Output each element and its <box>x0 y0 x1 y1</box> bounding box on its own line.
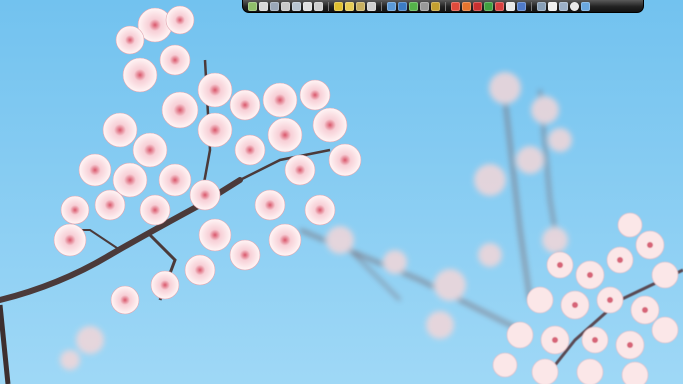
media-icon[interactable] <box>431 1 440 11</box>
weather-icon[interactable] <box>581 1 590 11</box>
folder-open-icon[interactable] <box>345 1 354 11</box>
dock-separator <box>328 1 329 11</box>
calendar-icon[interactable] <box>506 1 515 11</box>
firefox-icon[interactable] <box>462 1 471 11</box>
top-dock-bar <box>242 0 644 13</box>
settings-icon[interactable] <box>420 1 429 11</box>
dock-separator <box>531 1 532 11</box>
mail-icon[interactable] <box>495 1 504 11</box>
photos-icon[interactable] <box>409 1 418 11</box>
dock-separator <box>445 1 446 11</box>
camera-icon[interactable] <box>314 1 323 11</box>
recycle-icon[interactable] <box>517 1 526 11</box>
calendar-date-icon[interactable] <box>548 1 557 11</box>
window-icon[interactable] <box>270 1 279 11</box>
yellow-folder-icon[interactable] <box>334 1 343 11</box>
clock-icon[interactable] <box>570 1 579 11</box>
network-icon[interactable] <box>537 1 546 11</box>
battery-icon[interactable] <box>559 1 568 11</box>
browser-icon[interactable] <box>398 1 407 11</box>
chrome-icon[interactable] <box>451 1 460 11</box>
messenger-icon[interactable] <box>484 1 493 11</box>
folder-icon[interactable] <box>281 1 290 11</box>
system-icon[interactable] <box>248 1 257 11</box>
dock-separator <box>381 1 382 11</box>
document-icon[interactable] <box>259 1 268 11</box>
archive-icon[interactable] <box>356 1 365 11</box>
sheet-icon[interactable] <box>303 1 312 11</box>
globe-icon[interactable] <box>387 1 396 11</box>
computer-icon[interactable] <box>292 1 301 11</box>
pdf-icon[interactable] <box>473 1 482 11</box>
notes-icon[interactable] <box>367 1 376 11</box>
desktop-wallpaper <box>0 0 683 384</box>
